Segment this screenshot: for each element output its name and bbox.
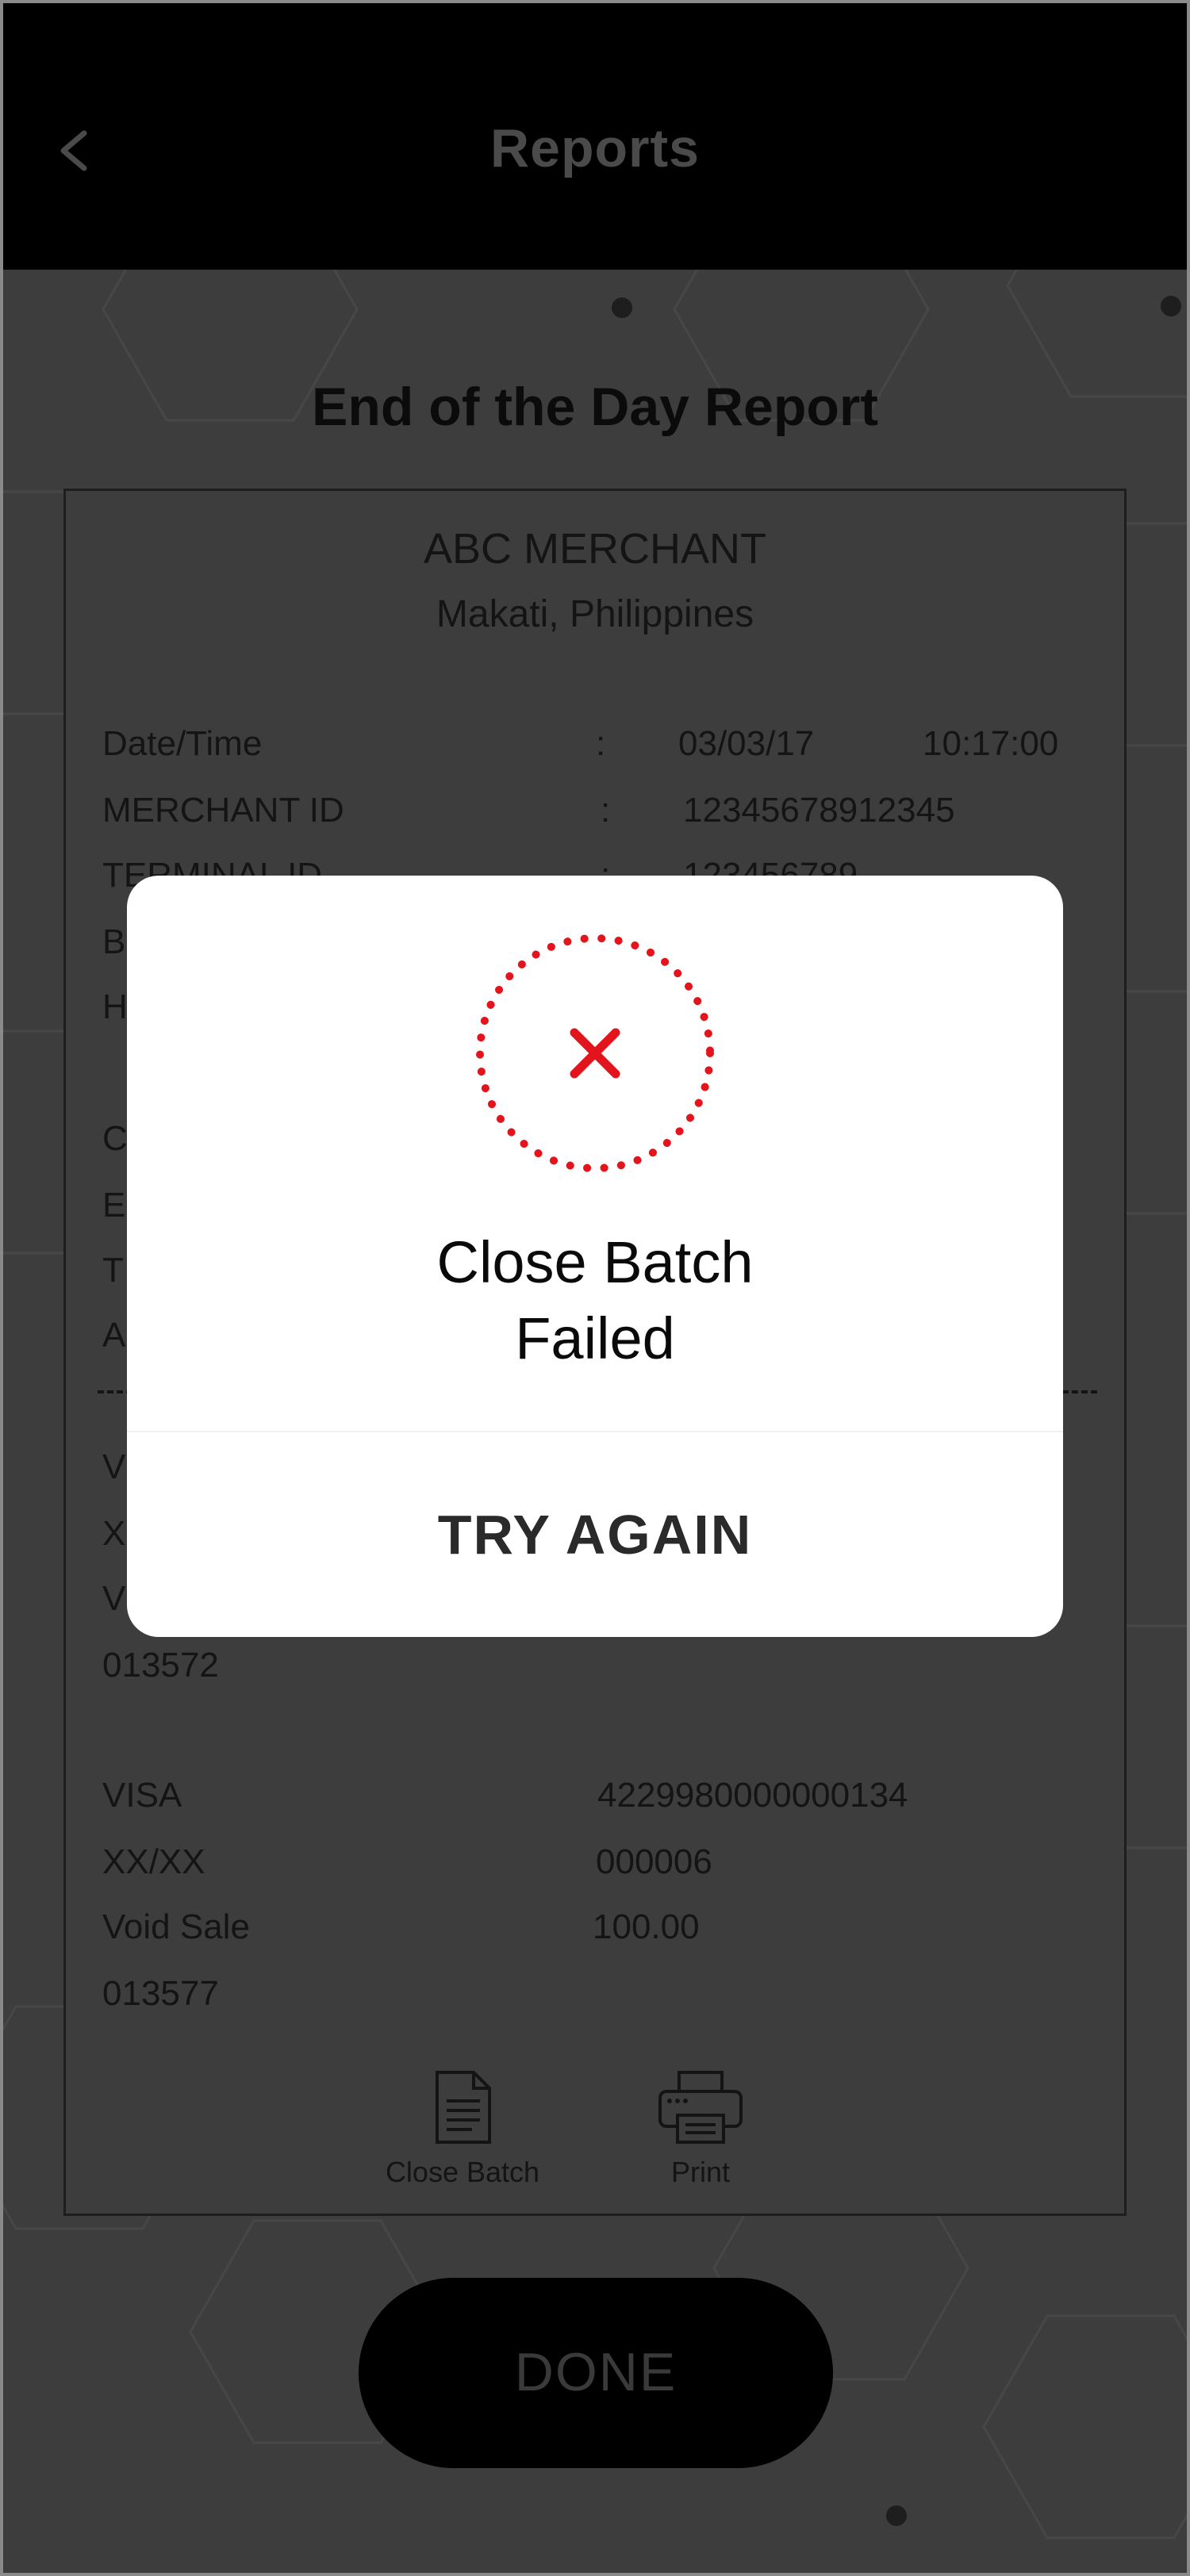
dialog-message-line-2: Failed [515,1305,675,1371]
error-x-icon [476,934,714,1172]
close-batch-failed-dialog: Close Batch Failed TRY AGAIN [127,876,1063,1637]
try-again-button[interactable]: TRY AGAIN [127,1432,1063,1637]
dialog-message-line-1: Close Batch [436,1229,754,1295]
dialog-message: Close Batch Failed [127,1225,1063,1377]
try-again-label: TRY AGAIN [437,1504,753,1566]
